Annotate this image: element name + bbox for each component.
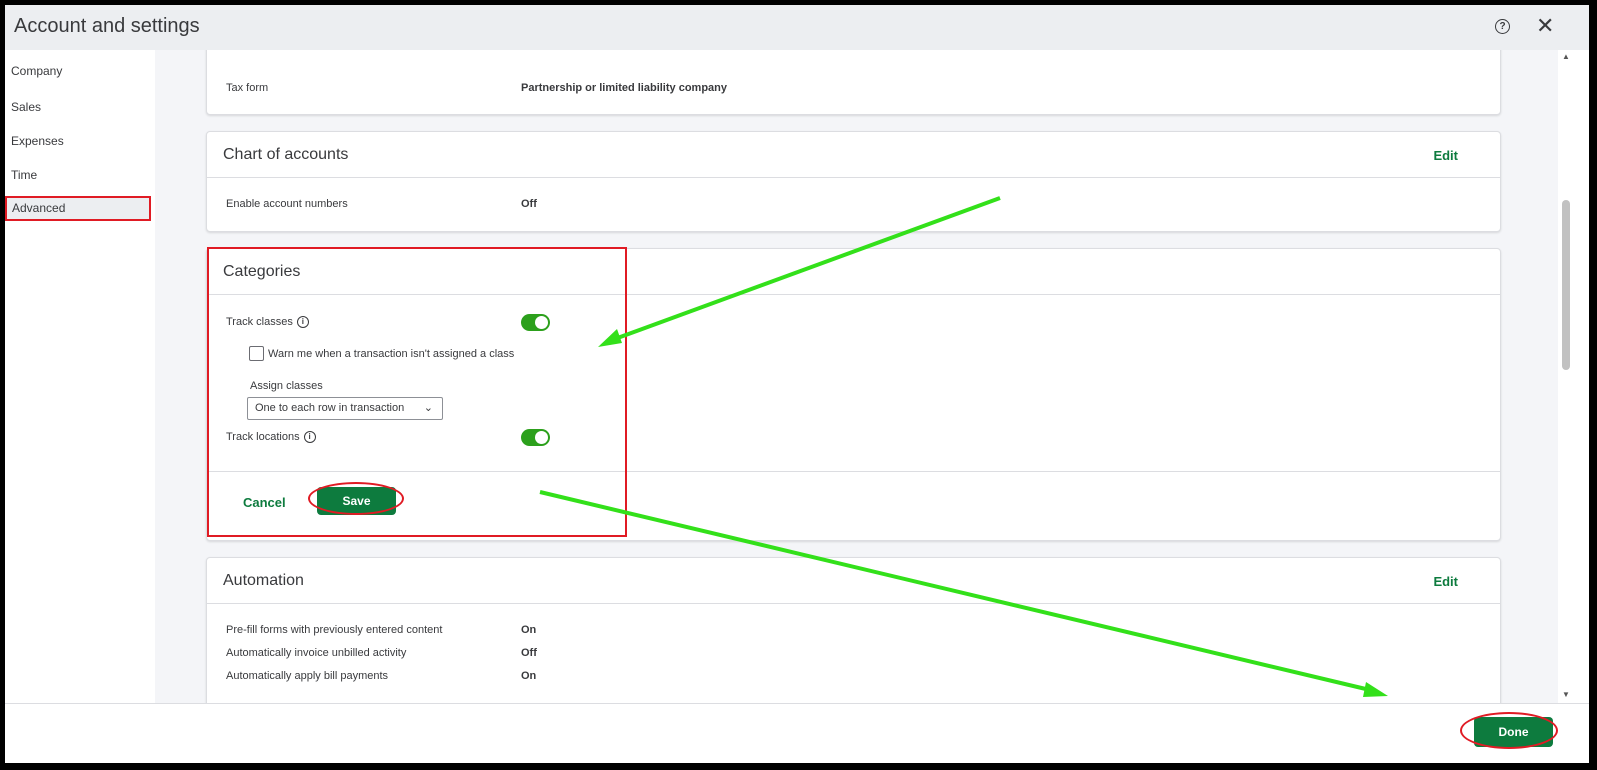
- chart-of-accounts-edit-link[interactable]: Edit: [1433, 148, 1458, 163]
- automation-card[interactable]: Automation Edit Pre-fill forms with prev…: [206, 557, 1501, 703]
- automation-row-label: Automatically apply bill payments: [226, 670, 389, 682]
- sidebar: Company Sales Expenses Time Advanced: [5, 50, 155, 703]
- sidebar-item-sales[interactable]: Sales: [11, 100, 41, 114]
- chart-of-accounts-title: Chart of accounts: [223, 146, 349, 163]
- scroll-thumb[interactable]: [1562, 200, 1570, 370]
- automation-row-value: On: [521, 624, 537, 636]
- sidebar-item-company[interactable]: Company: [11, 64, 62, 78]
- help-icon[interactable]: ?: [1495, 19, 1510, 34]
- automation-row-value: On: [521, 670, 537, 682]
- enable-account-numbers-value: Off: [521, 198, 537, 210]
- annotation-highlight-box: [207, 247, 627, 537]
- scroll-down-icon[interactable]: ▼: [1562, 690, 1570, 699]
- annotation-highlight-ellipse: [1460, 712, 1558, 749]
- settings-window: Account and settings ? ✕ Company Sales E…: [5, 5, 1589, 763]
- sidebar-item-time[interactable]: Time: [11, 168, 37, 182]
- divider: [207, 603, 1500, 604]
- scroll-up-icon[interactable]: ▲: [1562, 52, 1570, 61]
- tax-form-label: Tax form: [226, 82, 269, 94]
- tax-form-value: Partnership or limited liability company: [521, 82, 727, 94]
- annotation-highlight-ellipse: [308, 482, 404, 515]
- divider: [207, 177, 1500, 178]
- sidebar-item-expenses[interactable]: Expenses: [11, 134, 64, 148]
- automation-row-value: Off: [521, 647, 537, 659]
- scrollbar[interactable]: ▲ ▼: [1558, 50, 1576, 703]
- automation-row-label: Pre-fill forms with previously entered c…: [226, 624, 443, 636]
- enable-account-numbers-label: Enable account numbers: [226, 198, 348, 210]
- title-bar: Account and settings ? ✕: [5, 5, 1589, 50]
- company-type-card: Tax form Partnership or limited liabilit…: [206, 50, 1501, 115]
- automation-title: Automation: [223, 572, 304, 589]
- sidebar-item-label: Advanced: [12, 201, 66, 215]
- chart-of-accounts-card[interactable]: Chart of accounts Edit Enable account nu…: [206, 131, 1501, 232]
- automation-edit-link[interactable]: Edit: [1433, 574, 1458, 589]
- automation-row-label: Automatically invoice unbilled activity: [226, 647, 407, 659]
- close-icon[interactable]: ✕: [1536, 13, 1554, 39]
- window-title: Account and settings: [14, 15, 200, 37]
- footer-bar: Done: [5, 703, 1589, 763]
- sidebar-item-advanced[interactable]: Advanced: [5, 196, 151, 221]
